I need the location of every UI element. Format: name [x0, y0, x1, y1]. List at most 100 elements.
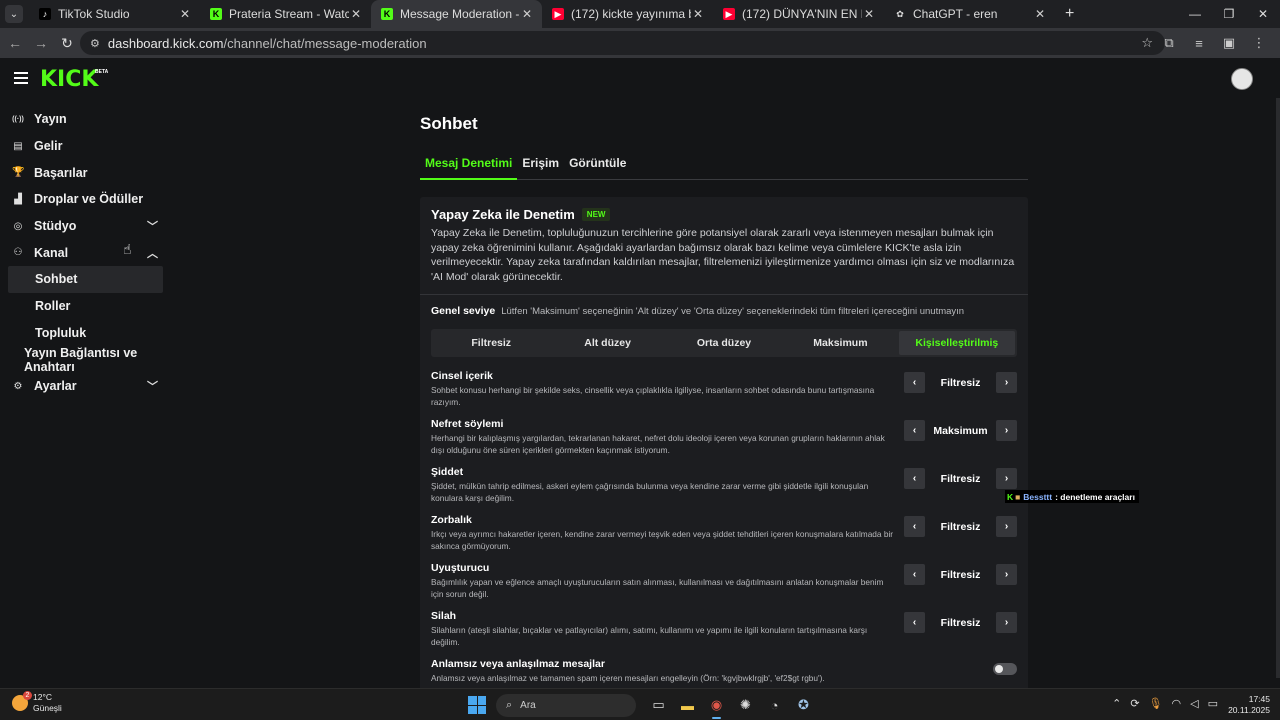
sidebar-item-label: Ayarlar	[34, 379, 77, 394]
sidebar-item[interactable]: ⚙ Ayarlar ﹀	[0, 373, 170, 400]
browser-tab[interactable]: ♪ TikTok Studio ✕	[29, 0, 200, 28]
new-tab-button[interactable]: +	[1065, 5, 1074, 23]
restore-icon[interactable]: ❐	[1212, 0, 1246, 28]
chevron-right-icon[interactable]: ›	[996, 420, 1017, 441]
tab-close-icon[interactable]: ✕	[691, 7, 705, 21]
settings-tab[interactable]: Görüntüle	[564, 150, 631, 180]
broadcast-icon: ((·))	[12, 115, 24, 123]
sidebar-item[interactable]: ⚇ Kanal ︿ ☝	[0, 239, 170, 266]
chevron-down-icon[interactable]: ﹀	[147, 378, 158, 394]
category-row: Uyuşturucu Bağımlılık yapan ve eğlence am…	[420, 559, 1028, 607]
level-option[interactable]: Kişiselleştirilmiş	[898, 331, 1016, 355]
taskbar-search[interactable]: ⌕ Ara	[496, 693, 636, 717]
browser-tab[interactable]: ✿ ChatGPT - eren ✕	[884, 0, 1055, 28]
sidebar-item[interactable]: Sohbet	[8, 266, 163, 293]
gibberish-description: Anlamsız veya anlaşılmaz ve tamamen spam…	[431, 673, 825, 683]
chevron-right-icon[interactable]: ›	[996, 612, 1017, 633]
chevron-up-icon[interactable]: ︿	[147, 245, 158, 261]
media-controls-icon[interactable]: ≡	[1184, 36, 1214, 51]
taskbar-apps: ⌕ Ara ▭ ▬ ◉ ✺ ◔ ✪	[468, 693, 818, 719]
reload-icon[interactable]: ↻	[54, 35, 80, 52]
revenue-icon: ▤	[13, 140, 23, 152]
tab-close-icon[interactable]: ✕	[1033, 7, 1047, 21]
site-info-icon[interactable]: ⚙	[90, 37, 100, 50]
settings-app-icon[interactable]: ✺	[731, 693, 760, 717]
sync-icon[interactable]: ⟳	[1130, 697, 1139, 710]
user-avatar[interactable]	[1231, 68, 1253, 90]
category-list: Cinsel içerik Sohbet konusu herhangi bir …	[420, 367, 1028, 655]
youtube-icon: ▶	[552, 8, 564, 20]
clock-app-icon[interactable]: ◔	[760, 693, 789, 717]
settings-tab[interactable]: Mesaj Denetimi	[420, 150, 518, 180]
chrome-icon[interactable]: ◉	[702, 693, 731, 719]
steam-icon[interactable]: ✪	[789, 693, 818, 717]
tab-close-icon[interactable]: ✕	[520, 7, 534, 21]
profile-extension-icon[interactable]: ▣	[1214, 35, 1244, 51]
level-option[interactable]: Orta düzey	[666, 331, 782, 355]
level-option[interactable]: Maksimum	[782, 331, 898, 355]
chevron-left-icon[interactable]: ‹	[904, 516, 925, 537]
chevron-left-icon[interactable]: ‹	[904, 564, 925, 585]
kick-logo[interactable]: KICK	[40, 67, 98, 92]
chevron-right-icon[interactable]: ›	[996, 564, 1017, 585]
chevron-down-icon[interactable]: ﹀	[147, 218, 158, 234]
weather-widget[interactable]: 2 12°C Güneşli	[12, 691, 62, 714]
sidebar-item[interactable]: ▟ Droplar ve Ödüller	[0, 186, 170, 213]
forward-icon[interactable]: →	[28, 35, 54, 51]
chevron-left-icon[interactable]: ‹	[904, 420, 925, 441]
sidebar-item[interactable]: 🏆 Başarılar	[0, 159, 170, 186]
chevron-left-icon[interactable]: ‹	[904, 612, 925, 633]
tab-search-chevron-icon[interactable]: ⌄	[5, 5, 23, 23]
minimize-icon[interactable]: —	[1178, 0, 1212, 28]
task-view-icon[interactable]: ▭	[644, 693, 673, 717]
browser-tab[interactable]: ▶ (172) DÜNYA'NIN EN BÜYÜK B✕	[713, 0, 884, 28]
studio-icon: ◎	[13, 220, 23, 232]
chevron-left-icon[interactable]: ‹	[904, 372, 925, 393]
clock-time: 17:45	[1248, 694, 1270, 704]
sidebar-item[interactable]: Roller	[0, 293, 170, 320]
sidebar-item[interactable]: ▤ Gelir	[0, 133, 170, 160]
level-option[interactable]: Alt düzey	[549, 331, 665, 355]
category-description: Silahların (ateşli silahlar, bıçaklar ve…	[431, 625, 868, 647]
sidebar-item[interactable]: Yayın Bağlantısı ve Anahtarı	[0, 346, 170, 374]
sidebar-item[interactable]: ◎ Stüdyo ﹀	[0, 213, 170, 240]
chevron-right-icon[interactable]: ›	[996, 468, 1017, 489]
sidebar-item-label: Gelir	[34, 139, 63, 154]
browser-tab-title: TikTok Studio	[58, 7, 130, 21]
sidebar-item[interactable]: ((·)) Yayın	[0, 106, 170, 133]
system-clock[interactable]: 17:45 20.11.2025	[1228, 694, 1270, 716]
hamburger-menu-icon[interactable]	[14, 72, 28, 84]
category-row: Nefret söylemi Herhangi bir kalıplaşmış y…	[420, 415, 1028, 463]
chevron-left-icon[interactable]: ‹	[904, 468, 925, 489]
browser-menu-icon[interactable]: ⋮	[1244, 35, 1274, 51]
gibberish-toggle[interactable]	[993, 663, 1017, 675]
battery-icon[interactable]: ▭	[1208, 697, 1218, 710]
search-icon: ⌕	[506, 698, 513, 711]
file-explorer-icon[interactable]: ▬	[673, 693, 702, 717]
volume-icon[interactable]: ◁	[1190, 697, 1198, 710]
tab-close-icon[interactable]: ✕	[178, 7, 192, 21]
wifi-icon[interactable]: ◠	[1172, 697, 1182, 710]
browser-tab[interactable]: K Message Moderation - Kick Da✕	[371, 0, 542, 28]
tab-close-icon[interactable]: ✕	[862, 7, 876, 21]
extensions-icon[interactable]: ⧉	[1154, 35, 1184, 51]
scrollbar[interactable]	[1276, 98, 1280, 678]
windows-start-icon[interactable]	[468, 696, 486, 714]
chevron-right-icon[interactable]: ›	[996, 516, 1017, 537]
tiktok-icon: ♪	[39, 8, 51, 20]
close-window-icon[interactable]: ✕	[1246, 0, 1280, 28]
settings-tab[interactable]: Erişim	[517, 150, 564, 180]
sidebar-item-label: Roller	[35, 299, 71, 314]
bookmark-star-icon[interactable]: ☆	[1141, 35, 1153, 51]
browser-tab[interactable]: K Prateria Stream - Watch Live on✕	[200, 0, 371, 28]
url-input[interactable]: ⚙ dashboard.kick.com/channel/chat/messag…	[80, 31, 1165, 55]
microphone-icon[interactable]: 🎙	[1149, 697, 1163, 710]
level-option[interactable]: Filtresiz	[433, 331, 549, 355]
browser-tab-title: (172) kickte yayınıma bot gelirse	[571, 7, 691, 21]
tab-close-icon[interactable]: ✕	[349, 7, 363, 21]
browser-tab[interactable]: ▶ (172) kickte yayınıma bot gelirse✕	[542, 0, 713, 28]
back-icon[interactable]: ←	[2, 35, 28, 51]
tray-overflow-icon[interactable]: ⌃	[1112, 697, 1121, 710]
sidebar-item[interactable]: Topluluk	[0, 320, 170, 347]
chevron-right-icon[interactable]: ›	[996, 372, 1017, 393]
